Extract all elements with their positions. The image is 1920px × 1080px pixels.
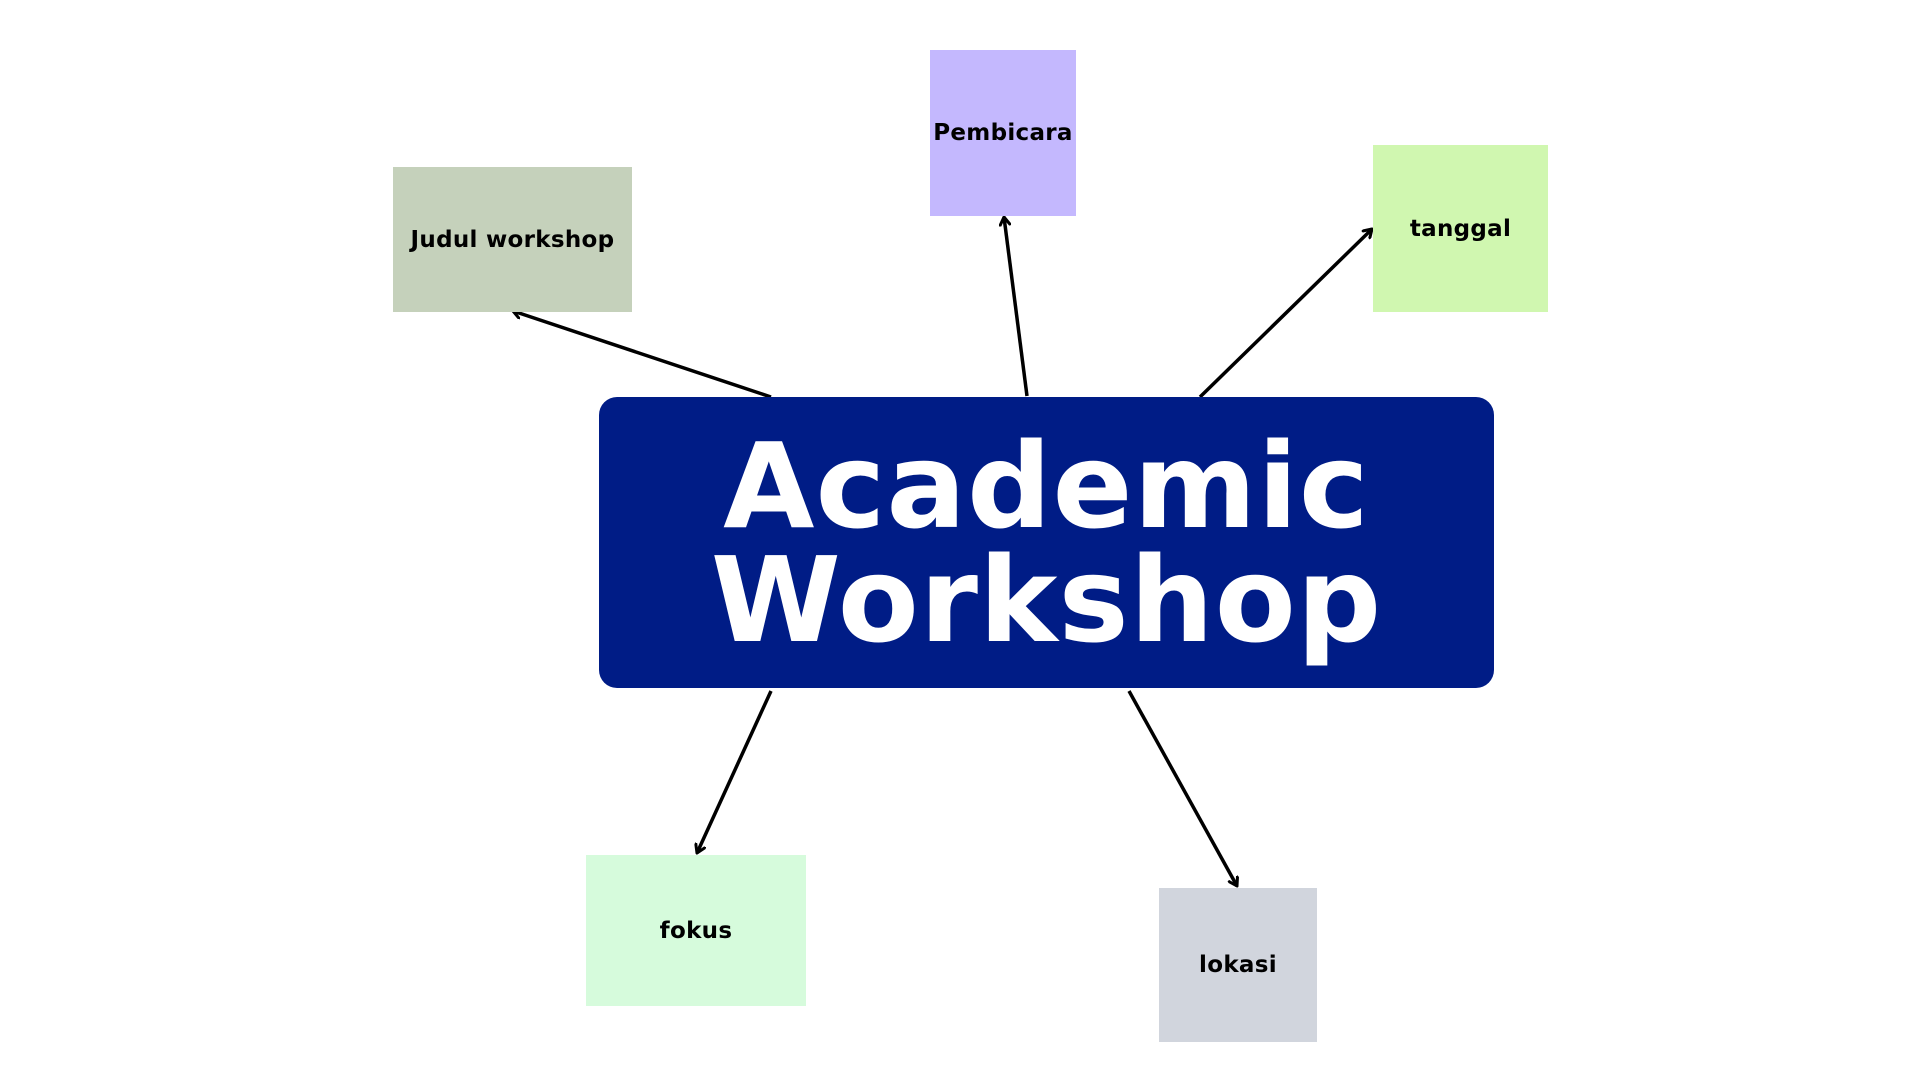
node-judul-workshop: Judul workshop [393, 167, 632, 312]
node-tanggal: tanggal [1373, 145, 1548, 312]
central-topic-line-1: Academic [723, 416, 1370, 555]
node-pembicara-label: Pembicara [933, 120, 1073, 146]
node-pembicara: Pembicara [930, 50, 1076, 216]
node-judul-workshop-label: Judul workshop [410, 226, 615, 253]
arrow-to-tanggal [1198, 229, 1372, 399]
node-fokus-label: fokus [659, 917, 733, 944]
central-topic-box: Academic Workshop [599, 397, 1494, 688]
central-topic-line-2: Workshop [710, 530, 1383, 669]
node-fokus: fokus [586, 855, 806, 1006]
node-tanggal-label: tanggal [1409, 215, 1512, 242]
mind-map-diagram: Academic Workshop Judul workshop Pembica… [0, 0, 1920, 1080]
node-lokasi-label: lokasi [1199, 952, 1277, 978]
arrow-to-judul-workshop [513, 311, 772, 399]
arrow-to-lokasi [1127, 690, 1237, 886]
arrow-to-fokus [697, 690, 773, 853]
arrow-to-pembicara [1004, 217, 1029, 397]
node-lokasi: lokasi [1159, 888, 1317, 1042]
